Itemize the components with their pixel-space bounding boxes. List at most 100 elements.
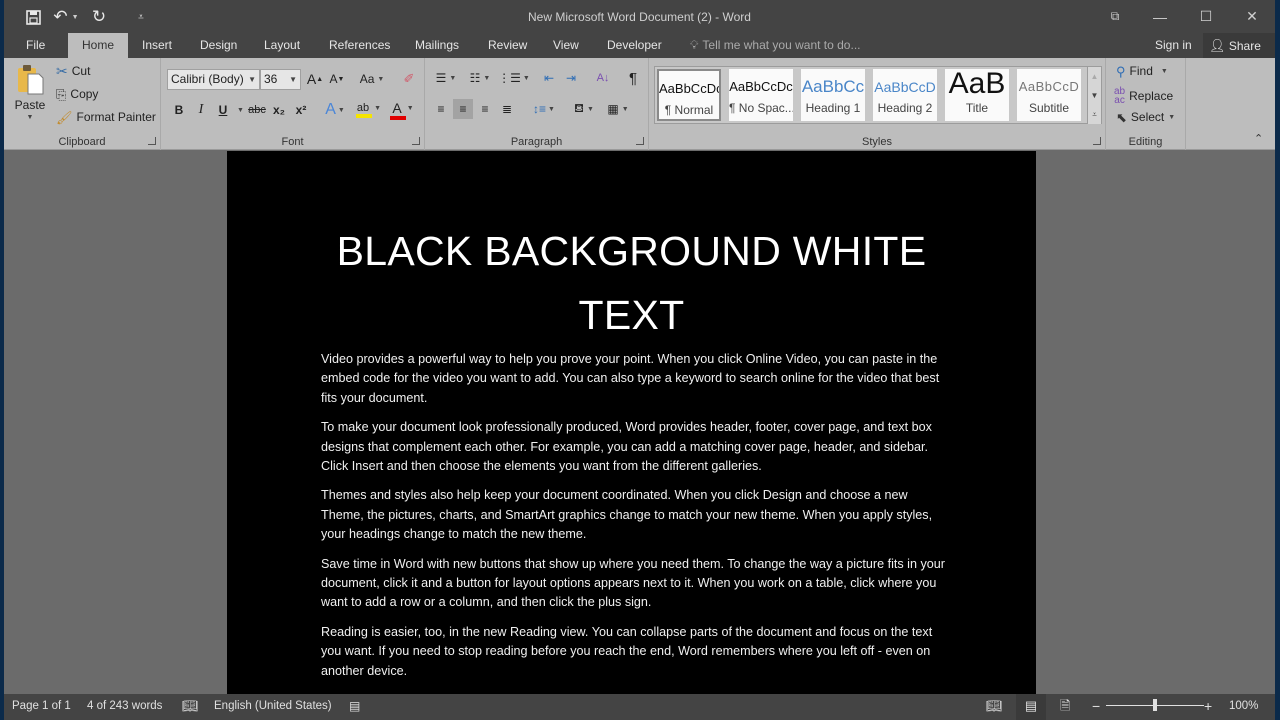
clear-formatting-button[interactable]: ✐ (399, 69, 419, 89)
tab-insert[interactable]: Insert (136, 33, 178, 58)
minimize-icon[interactable]: — (1137, 0, 1183, 33)
style-subtitle[interactable]: AaBbCcD Subtitle (1017, 69, 1081, 121)
borders-button[interactable]: ▦ ▼ (603, 99, 633, 119)
sort-button[interactable]: A↓ (593, 68, 613, 88)
zoom-in-icon[interactable]: + (1204, 694, 1212, 720)
find-button[interactable]: ⚲ Find ▼ (1116, 64, 1168, 78)
style-heading-2[interactable]: AaBbCcD Heading 2 (873, 69, 937, 121)
increase-indent-icon: ⇥ (565, 71, 577, 85)
find-label: Find (1129, 64, 1153, 78)
word-window: ↶ ▼ ↻ ⩡ New Microsoft Word Document (2) -… (4, 0, 1275, 720)
justify-icon: ≣ (501, 102, 513, 116)
change-case-button[interactable]: Aa ▼ (357, 69, 387, 89)
document-body[interactable]: Video provides a powerful way to help yo… (321, 350, 951, 691)
grow-font-button[interactable]: A ▲ (305, 69, 325, 89)
maximize-icon[interactable]: ☐ (1183, 0, 1229, 33)
clipboard-dialog-launcher[interactable] (148, 137, 156, 145)
numbering-button[interactable]: ☷ ▼ (465, 68, 495, 88)
word-count[interactable]: 4 of 243 words (87, 694, 162, 720)
shading-button[interactable]: ⛾ ▼ (569, 99, 599, 119)
collapse-ribbon-icon[interactable]: ⌃ (1254, 132, 1263, 145)
gallery-more-icon[interactable]: ⩡ (1087, 105, 1101, 124)
share-button[interactable]: 👤︎ Share (1203, 33, 1275, 58)
select-dropdown-icon[interactable]: ▼ (1168, 114, 1175, 121)
select-button[interactable]: ⬉ Select ▼ (1116, 110, 1175, 124)
increase-indent-button[interactable]: ⇥ (561, 68, 581, 88)
web-layout-icon[interactable]: 🗎︎ (1060, 694, 1070, 720)
cut-button[interactable]: ✂ Cut (56, 64, 90, 78)
font-name-combo[interactable]: Calibri (Body) ▼ (167, 69, 260, 90)
decrease-indent-button[interactable]: ⇤ (539, 68, 559, 88)
align-right-button[interactable]: ≡ (475, 99, 495, 119)
font-color-button[interactable]: A ▼ (389, 100, 417, 120)
align-center-button[interactable]: ≡ (453, 99, 473, 119)
grow-font-icon: A (306, 71, 317, 87)
show-formatting-button[interactable]: ¶ (623, 68, 643, 88)
page-count[interactable]: Page 1 of 1 (12, 694, 71, 720)
align-left-button[interactable]: ≡ (431, 99, 451, 119)
tab-view[interactable]: View (547, 33, 585, 58)
sort-az-icon: A↓ (596, 72, 610, 84)
tell-me-placeholder: Tell me what you want to do... (702, 38, 861, 52)
ribbon-display-options-icon[interactable]: ⧉ (1092, 0, 1138, 33)
read-mode-icon[interactable]: 📖︎ (986, 694, 1003, 720)
zoom-out-icon[interactable]: − (1092, 694, 1100, 720)
paragraph: Video provides a powerful way to help yo… (321, 352, 940, 405)
gallery-scroll-down-icon[interactable]: ▼ (1087, 86, 1101, 105)
replace-button[interactable]: ab ac Replace (1114, 87, 1173, 106)
find-dropdown-icon[interactable]: ▼ (1161, 68, 1168, 75)
numbered-list-icon: ☷ (469, 71, 481, 85)
style-preview: AaBbCcD (874, 79, 936, 95)
document-heading[interactable]: BLACK BACKGROUND WHITE TEXT (227, 219, 1036, 347)
style-no-spacing[interactable]: AaBbCcDc ¶ No Spac... (729, 69, 793, 121)
close-icon[interactable]: ✕ (1229, 0, 1275, 33)
chevron-down-icon: ▼ (248, 75, 256, 84)
paste-button[interactable]: Paste ▼ (12, 64, 48, 121)
highlight-button[interactable]: ab ▼ (355, 100, 383, 120)
style-title[interactable]: AaB Title (945, 69, 1009, 121)
strikethrough-button[interactable]: abc (247, 100, 267, 120)
style-preview: AaB (948, 69, 1006, 100)
tab-references[interactable]: References (323, 33, 396, 58)
font-size-combo[interactable]: 36 ▼ (260, 69, 301, 90)
tab-home[interactable]: Home (68, 33, 129, 58)
format-painter-button[interactable]: 🖌︎ Format Painter (56, 110, 156, 124)
justify-button[interactable]: ≣ (497, 99, 517, 119)
line-spacing-button[interactable]: ↕≡ ▼ (529, 99, 559, 119)
styles-dialog-launcher[interactable] (1093, 137, 1101, 145)
macro-recording-icon[interactable]: ▤ (349, 694, 360, 720)
shrink-font-button[interactable]: A ▼ (327, 69, 347, 89)
text-effects-button[interactable]: A ▼ (323, 100, 347, 120)
tell-me-search[interactable]: 💡︎ Tell me what you want to do... (690, 33, 861, 58)
tab-mailings[interactable]: Mailings (409, 33, 465, 58)
copy-button[interactable]: ⎘ Copy (56, 87, 98, 101)
gallery-scroll-up-icon[interactable]: ▲ (1087, 67, 1101, 86)
underline-button[interactable]: U (213, 100, 233, 120)
print-layout-icon[interactable]: ▤ (1016, 694, 1046, 720)
underline-dropdown-icon[interactable]: ▼ (237, 107, 244, 114)
paragraph-dialog-launcher[interactable] (636, 137, 644, 145)
zoom-slider-thumb[interactable] (1153, 699, 1157, 711)
zoom-level[interactable]: 100% (1229, 694, 1258, 720)
language[interactable]: English (United States) (214, 694, 332, 720)
tab-design[interactable]: Design (194, 33, 243, 58)
tab-developer[interactable]: Developer (601, 33, 668, 58)
tab-file[interactable]: File (20, 33, 51, 58)
proofing-icon[interactable]: 📖︎ (182, 694, 199, 720)
paste-dropdown-icon[interactable]: ▼ (27, 114, 34, 121)
style-heading-1[interactable]: AaBbCc Heading 1 (801, 69, 865, 121)
bold-button[interactable]: B (169, 100, 189, 120)
styles-gallery: AaBbCcDc ¶ Normal AaBbCcDc ¶ No Spac... … (654, 66, 1102, 124)
document-page[interactable]: BLACK BACKGROUND WHITE TEXT Video provid… (227, 151, 1036, 694)
bullets-button[interactable]: ☰ ▼ (431, 68, 461, 88)
multilevel-list-button[interactable]: ⋮☰ ▼ (498, 68, 530, 88)
sign-in-link[interactable]: Sign in (1155, 33, 1192, 58)
tab-layout[interactable]: Layout (258, 33, 306, 58)
italic-button[interactable]: I (191, 100, 211, 120)
font-dialog-launcher[interactable] (412, 137, 420, 145)
superscript-button[interactable]: x² (291, 100, 311, 120)
tab-review[interactable]: Review (482, 33, 533, 58)
subscript-button[interactable]: x₂ (269, 100, 289, 120)
style-normal[interactable]: AaBbCcDc ¶ Normal (657, 69, 721, 121)
style-name: Heading 2 (877, 101, 933, 115)
